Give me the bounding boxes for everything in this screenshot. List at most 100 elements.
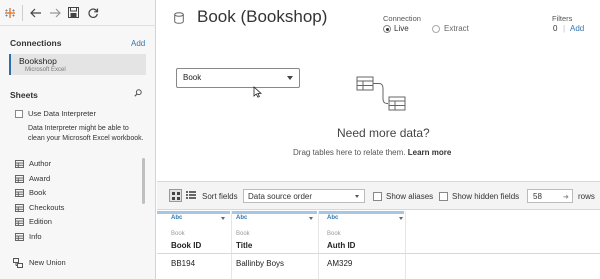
save-icon[interactable] bbox=[64, 3, 83, 23]
string-type-icon[interactable]: Abc bbox=[171, 215, 182, 221]
header-divider bbox=[157, 253, 600, 254]
chevron-down-icon[interactable] bbox=[221, 217, 225, 220]
sheet-item[interactable]: Checkouts bbox=[0, 201, 150, 216]
chevron-down-icon[interactable] bbox=[309, 217, 313, 220]
sheet-item-label: Checkouts bbox=[29, 202, 65, 212]
add-filter-link[interactable]: Add bbox=[570, 24, 584, 33]
table-icon bbox=[15, 160, 24, 170]
rows-label: rows bbox=[578, 192, 595, 201]
sheet-item-label: Award bbox=[29, 173, 51, 183]
connection-name: Bookshop bbox=[19, 56, 57, 66]
datasource-title[interactable]: Book (Bookshop) bbox=[197, 7, 327, 27]
column-name: Auth ID bbox=[327, 241, 356, 250]
column-divider[interactable] bbox=[405, 211, 406, 279]
list-view-icon[interactable] bbox=[186, 190, 196, 202]
sheets-scrollbar[interactable] bbox=[142, 158, 145, 204]
column-source: Book bbox=[171, 231, 185, 237]
data-interpreter-note: Data Interpreter might be able to clean … bbox=[28, 125, 144, 142]
sheet-item-label: Info bbox=[29, 231, 42, 241]
live-radio[interactable] bbox=[383, 25, 391, 33]
sort-fields-select[interactable]: Data source order bbox=[243, 189, 365, 203]
sheet-item[interactable]: Info bbox=[0, 230, 150, 245]
filters-heading: Filters bbox=[552, 14, 573, 23]
connection-item-bookshop[interactable]: Bookshop Microsoft Excel bbox=[9, 54, 146, 75]
data-grid: Abc Book Book ID Abc Book Title Abc Book… bbox=[157, 211, 600, 279]
column-source: Book bbox=[327, 231, 341, 237]
add-connection-link[interactable]: Add bbox=[131, 39, 145, 48]
table-cell: Ballinby Boys bbox=[236, 259, 285, 268]
sheet-item[interactable]: Author bbox=[0, 157, 150, 172]
toolbar bbox=[0, 0, 156, 26]
rows-value: 58 bbox=[533, 192, 542, 201]
sort-fields-value: Data source order bbox=[248, 192, 313, 201]
tableau-logo-icon[interactable] bbox=[0, 3, 19, 23]
show-aliases-label[interactable]: Show aliases bbox=[386, 192, 433, 201]
column-source: Book bbox=[236, 231, 250, 237]
new-union-label: New Union bbox=[29, 258, 66, 267]
connections-heading: Connections bbox=[10, 38, 62, 48]
forward-icon[interactable] bbox=[45, 3, 64, 23]
refresh-icon[interactable] bbox=[83, 3, 102, 23]
column-name: Title bbox=[236, 241, 253, 250]
sheet-item[interactable]: Award bbox=[0, 172, 150, 187]
rows-input[interactable]: 58 ➜ bbox=[527, 189, 573, 203]
grid-view-icon[interactable] bbox=[169, 189, 182, 202]
string-type-icon[interactable]: Abc bbox=[327, 215, 338, 221]
filters-separator: | bbox=[563, 24, 566, 33]
table-icon bbox=[15, 232, 24, 243]
left-pane: Connections Add Bookshop Microsoft Excel… bbox=[0, 0, 156, 279]
relate-tables-icon bbox=[356, 76, 408, 116]
table-icon bbox=[15, 203, 24, 214]
chevron-down-icon[interactable] bbox=[399, 217, 403, 220]
sheet-item[interactable]: Edition bbox=[0, 215, 150, 230]
connection-type: Microsoft Excel bbox=[25, 67, 66, 73]
grid-toolbar: Sort fields Data source order Show alias… bbox=[157, 181, 600, 210]
column-header-auth-id[interactable]: Abc Book Auth ID bbox=[327, 211, 397, 253]
learn-more-link[interactable]: Learn more bbox=[408, 148, 452, 157]
column-divider[interactable] bbox=[231, 211, 232, 279]
column-selection-bar bbox=[232, 211, 317, 214]
table-icon bbox=[15, 189, 24, 199]
column-divider[interactable] bbox=[318, 211, 319, 279]
show-hidden-fields-checkbox[interactable] bbox=[439, 192, 448, 201]
back-icon[interactable] bbox=[26, 3, 45, 23]
table-icon bbox=[15, 174, 24, 185]
data-interpreter-checkbox[interactable] bbox=[15, 110, 23, 118]
new-union-item[interactable]: New Union bbox=[0, 256, 150, 270]
extract-radio[interactable] bbox=[432, 25, 440, 33]
sheets-list: Author Award Book Checkouts Edition Info bbox=[0, 157, 150, 245]
sheet-item-label: Edition bbox=[29, 217, 52, 227]
sheet-item-label: Book bbox=[29, 188, 47, 198]
search-icon[interactable] bbox=[134, 89, 142, 99]
filters-count: 0 bbox=[553, 24, 558, 33]
chevron-down-icon[interactable] bbox=[287, 76, 293, 80]
table-pill-book[interactable]: Book bbox=[176, 68, 300, 88]
live-label[interactable]: Live bbox=[394, 24, 409, 33]
table-pill-label: Book bbox=[183, 73, 202, 82]
arrow-right-icon[interactable]: ➜ bbox=[563, 193, 569, 201]
data-interpreter-label[interactable]: Use Data Interpreter bbox=[28, 109, 96, 118]
extract-label[interactable]: Extract bbox=[444, 24, 469, 33]
table-cell: BB194 bbox=[171, 259, 196, 268]
union-icon bbox=[13, 258, 23, 270]
table-icon bbox=[15, 218, 24, 228]
sort-fields-label: Sort fields bbox=[202, 192, 238, 201]
show-hidden-fields-label[interactable]: Show hidden fields bbox=[452, 192, 519, 201]
show-aliases-checkbox[interactable] bbox=[373, 192, 382, 201]
drag-hint: Drag tables here to relate them. Learn m… bbox=[293, 148, 451, 157]
mouse-cursor-icon bbox=[253, 86, 263, 100]
sheets-heading: Sheets bbox=[10, 90, 38, 100]
sheet-item[interactable]: Book bbox=[0, 186, 150, 201]
chevron-down-icon bbox=[355, 195, 359, 198]
sheet-item-label: Author bbox=[29, 159, 52, 168]
column-selection-bar bbox=[157, 211, 230, 214]
column-name: Book ID bbox=[171, 241, 202, 250]
datasource-icon bbox=[174, 12, 184, 26]
string-type-icon[interactable]: Abc bbox=[236, 215, 247, 221]
column-selection-bar bbox=[319, 211, 404, 214]
drag-hint-text: Drag tables here to relate them. bbox=[293, 148, 406, 157]
connection-heading: Connection bbox=[383, 14, 421, 23]
table-cell: AM329 bbox=[327, 259, 353, 268]
column-header-title[interactable]: Abc Book Title bbox=[236, 211, 316, 253]
need-more-data-text: Need more data? bbox=[337, 126, 430, 140]
